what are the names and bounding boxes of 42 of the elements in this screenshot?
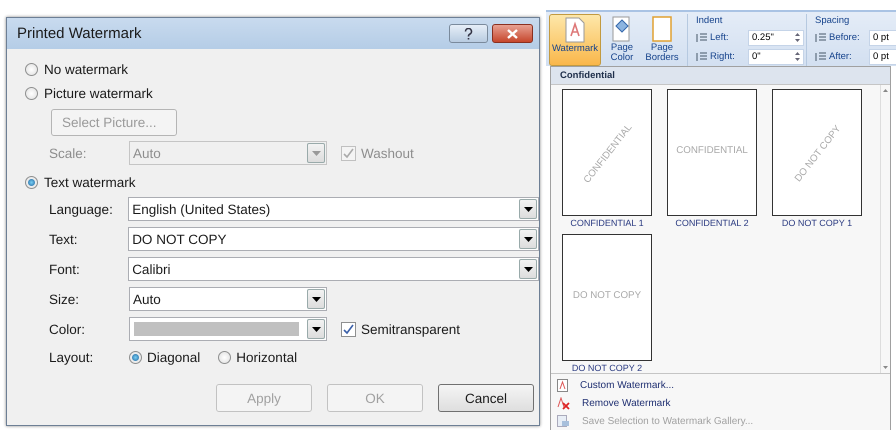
spinner-label: After: xyxy=(829,51,852,62)
dialog-button[interactable]: Cancel xyxy=(438,384,534,412)
thumbnail-caption: CONFIDENTIAL 1 xyxy=(570,218,644,228)
combo-box[interactable]: DO NOT COPY xyxy=(128,227,539,251)
thumbnail-caption: DO NOT COPY 2 xyxy=(572,363,642,373)
checkbox-label: Semitransparent xyxy=(361,322,460,336)
ribbon-button[interactable]: Page Borders xyxy=(643,14,681,66)
ribbon-button[interactable]: Watermark xyxy=(549,14,601,66)
field-label: Color: xyxy=(49,322,86,336)
spinner-field[interactable]: 0" xyxy=(748,48,804,64)
spinner-label: Before: xyxy=(829,32,860,43)
spinner-field[interactable]: 0 pt xyxy=(869,30,896,46)
watermark-text: DO NOT COPY xyxy=(572,290,642,301)
radio-label: No watermark xyxy=(44,62,128,76)
menu-item[interactable]: Remove Watermark xyxy=(557,394,890,412)
menu-item[interactable]: Custom Watermark... xyxy=(557,376,890,394)
window-title: Printed Watermark xyxy=(17,25,142,42)
watermark-text: CONFIDENTIAL xyxy=(676,145,748,156)
ribbon-button[interactable]: Page Color xyxy=(603,14,641,66)
spinner-field[interactable]: 0.25" xyxy=(748,30,804,46)
spinner-label: Right: xyxy=(710,51,735,62)
combo-box[interactable]: English (United States) xyxy=(128,197,539,221)
field-label: Language: xyxy=(49,202,114,216)
group-title: Spacing xyxy=(815,15,850,27)
radio-label: Diagonal xyxy=(147,350,200,364)
field-label: Scale: xyxy=(49,146,88,160)
spinner-label: Left: xyxy=(710,32,728,43)
combo-box[interactable]: Auto xyxy=(129,287,327,311)
radio-label: Text watermark xyxy=(44,174,136,190)
radio-label: Picture watermark xyxy=(44,86,153,100)
field-label: Layout: xyxy=(49,350,94,364)
spinner-field[interactable]: 0 pt xyxy=(869,48,896,64)
field-label: Size: xyxy=(49,292,80,306)
radio-label: Horizontal xyxy=(236,350,298,364)
gallery-heading: Confidential xyxy=(551,67,890,85)
thumbnail-caption: CONFIDENTIAL 2 xyxy=(675,218,749,228)
group-title: Indent xyxy=(696,15,724,27)
combo-box[interactable]: Calibri xyxy=(128,257,539,281)
checkbox-label: Washout xyxy=(361,146,414,160)
field-label: Font: xyxy=(49,262,81,276)
field-label: Text: xyxy=(49,232,79,246)
thumbnail-caption: DO NOT COPY 1 xyxy=(782,218,852,228)
